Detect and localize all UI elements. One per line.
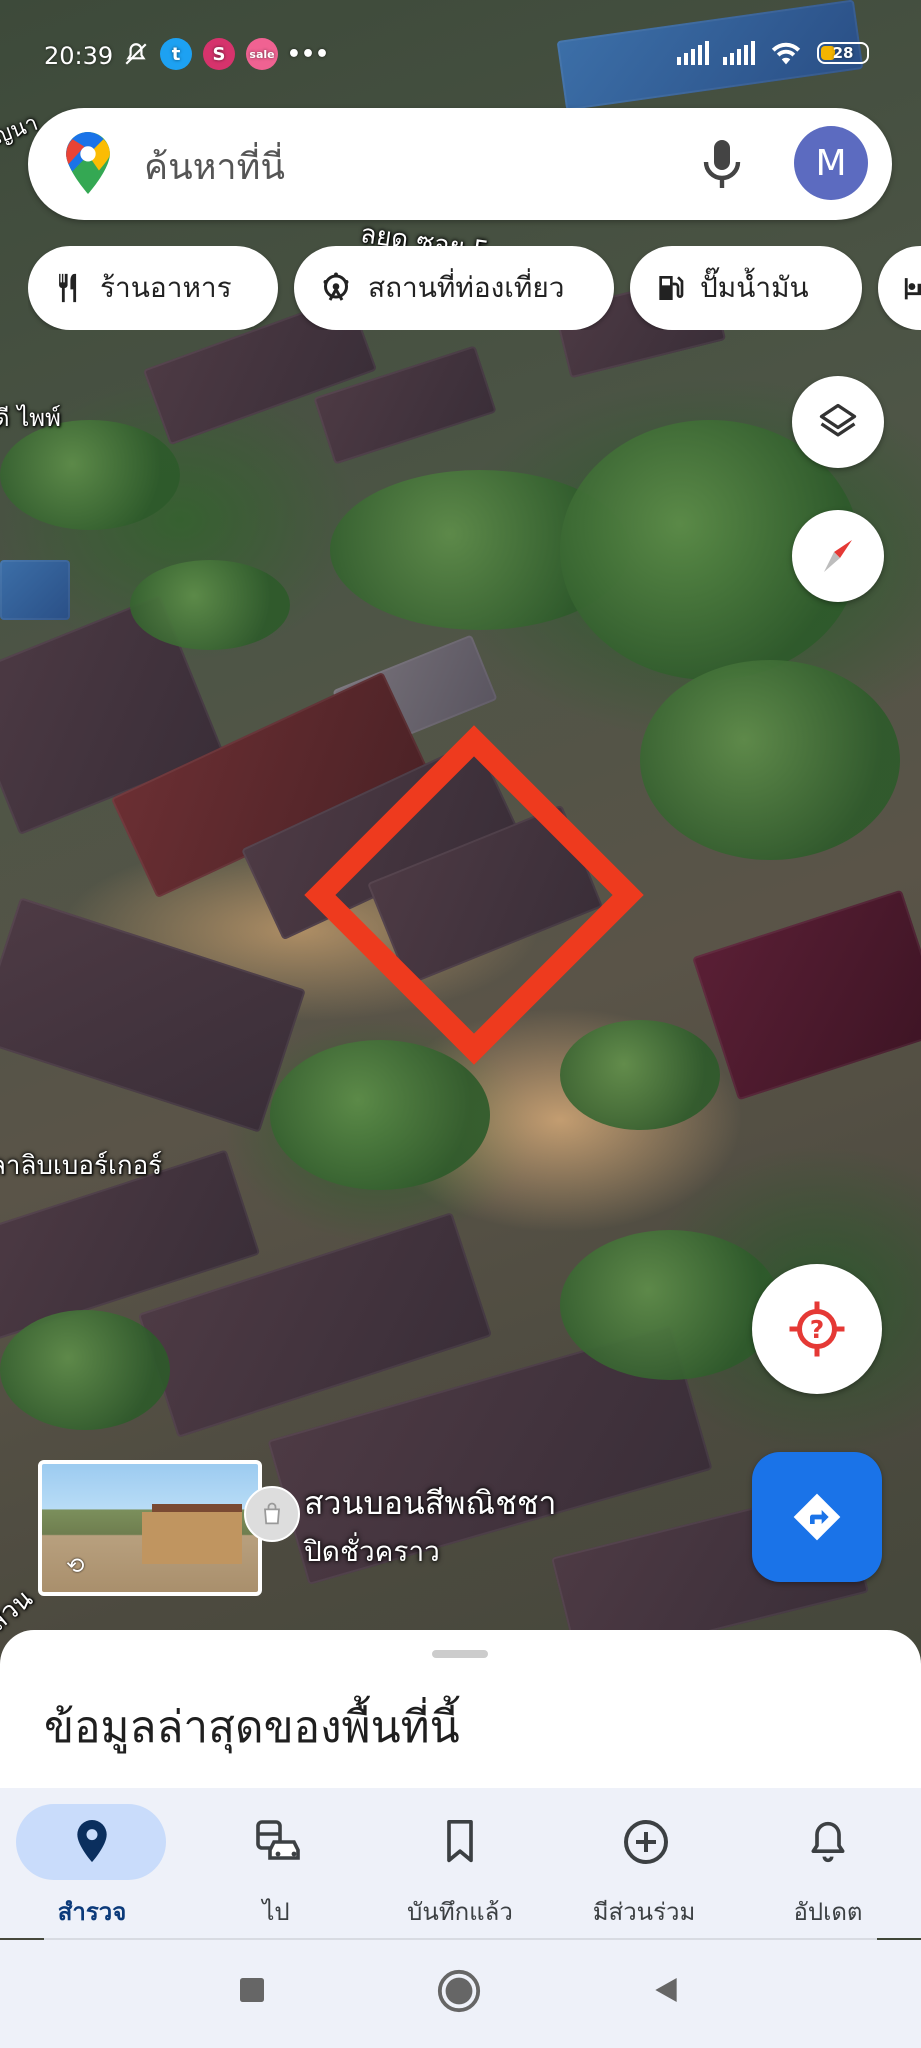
status-bar: 20:39 t S sale ••• 28 (0, 0, 921, 110)
bottom-navigation: สำรวจ ไป บันทึกแล้ว มีส่วนร่วม อัปเดต (0, 1788, 921, 1938)
signal-icon (723, 41, 755, 65)
back-icon[interactable] (650, 1974, 682, 2006)
chip-gas-stations[interactable]: ปั๊มน้ำมัน (630, 246, 862, 330)
sale-app-icon: sale (246, 38, 278, 70)
nav-go[interactable]: ไป (184, 1796, 368, 1926)
place-name[interactable]: สวนบอนสีพณิชชา (304, 1478, 557, 1529)
system-navigation-bar (0, 1940, 921, 2048)
compass-icon (824, 540, 852, 572)
map-roof (0, 897, 306, 1133)
commute-icon (256, 1820, 300, 1860)
gas-station-icon (659, 276, 684, 300)
location-unknown-icon: ? (789, 1301, 845, 1357)
nav-contribute[interactable]: มีส่วนร่วม (552, 1796, 736, 1926)
map-tree (560, 1020, 720, 1130)
twitter-icon: t (160, 38, 192, 70)
category-chips: ร้านอาหาร สถานที่ท่องเที่ยว ปั๊มน้ำมัน (28, 246, 921, 330)
place-category-icon (244, 1486, 300, 1542)
attraction-icon (323, 272, 349, 301)
place-status: ปิดชั่วคราว (304, 1535, 440, 1568)
map-tree (130, 560, 290, 650)
map-label: ดี ไพพ์ (0, 404, 61, 432)
chip-restaurants[interactable]: ร้านอาหาร (28, 246, 278, 330)
thumb-house (142, 1512, 242, 1564)
compass-button[interactable] (792, 510, 884, 602)
street-view-rotate-icon: ⟲ (66, 1554, 85, 1579)
chip-hotels[interactable] (878, 246, 921, 330)
chip-label: ร้านอาหาร (100, 271, 232, 304)
svg-text:?: ? (810, 1315, 825, 1344)
bell-icon (811, 1821, 845, 1863)
map-tree (560, 1230, 780, 1380)
search-input[interactable]: ค้นหาที่นี่ (144, 138, 285, 195)
wifi-icon (771, 42, 801, 65)
hotel-bed-icon (904, 278, 921, 300)
account-avatar[interactable]: M (794, 126, 868, 200)
map-label: ลาลิบเบอร์เกอร์ (0, 1151, 163, 1181)
search-bar[interactable]: ค้นหาที่นี่ M (28, 108, 892, 220)
nav-label: ไป (262, 1898, 290, 1926)
chip-attractions[interactable]: สถานที่ท่องเที่ยว (294, 246, 614, 330)
status-time: 20:39 (44, 42, 114, 70)
nav-explore[interactable]: สำรวจ (0, 1796, 184, 1926)
home-icon[interactable] (436, 1968, 482, 2014)
bookmark-icon (447, 1820, 473, 1863)
muted-icon (120, 38, 152, 70)
map-tree (640, 660, 900, 860)
recent-apps-icon[interactable] (236, 1974, 268, 2006)
layers-icon (819, 403, 857, 437)
nav-label: มีส่วนร่วม (592, 1898, 696, 1926)
restaurant-icon (59, 273, 77, 303)
shopee-s-icon: S (203, 38, 235, 70)
sheet-title: ข้อมูลล่าสุดของพื้นที่นี้ (44, 1702, 460, 1753)
more-dots-icon: ••• (286, 41, 330, 67)
battery-icon: 28 (817, 42, 869, 64)
map-roof (692, 889, 921, 1101)
microphone-icon[interactable] (698, 136, 746, 192)
map-tree (0, 1310, 170, 1430)
directions-icon (793, 1493, 841, 1541)
directions-button[interactable] (752, 1452, 882, 1582)
layers-button[interactable] (792, 376, 884, 468)
nav-saved[interactable]: บันทึกแล้ว (368, 1796, 552, 1926)
my-location-button[interactable]: ? (752, 1264, 882, 1394)
chip-label: สถานที่ท่องเที่ยว (368, 271, 565, 304)
explore-pin-icon (77, 1820, 107, 1863)
nav-label: สำรวจ (57, 1898, 127, 1926)
nav-updates[interactable]: อัปเดต (736, 1796, 920, 1926)
sheet-drag-handle[interactable] (432, 1650, 488, 1658)
signal-icon (677, 41, 709, 65)
chip-label: ปั๊มน้ำมัน (700, 271, 809, 304)
map-roof (0, 560, 70, 620)
battery-level: 28 (832, 44, 854, 62)
google-maps-pin-icon (66, 132, 110, 194)
map-tree (270, 1040, 490, 1190)
street-view-thumbnail[interactable]: ⟲ (38, 1460, 262, 1596)
contribute-icon (624, 1820, 668, 1864)
bottom-sheet[interactable]: ข้อมูลล่าสุดของพื้นที่นี้ (0, 1630, 921, 1790)
nav-label: บันทึกแล้ว (407, 1898, 513, 1926)
nav-label: อัปเดต (793, 1898, 863, 1926)
